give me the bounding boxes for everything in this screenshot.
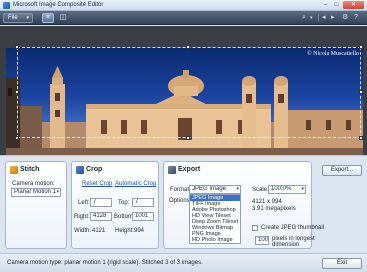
thumbnail-size-label-2: dimension: [272, 242, 300, 248]
thumbnail-size-input[interactable]: 100: [255, 236, 269, 245]
crop-handle-bottom-left[interactable]: [15, 136, 19, 140]
camera-motion-select[interactable]: Planar Motion 1 ▾: [11, 188, 61, 197]
chevron-down-icon: ▾: [26, 15, 29, 21]
crop-icon: [76, 166, 84, 174]
crop-title: Crop: [86, 166, 103, 173]
help-icon[interactable]: ?: [354, 13, 358, 23]
status-bar: Camera motion type: planar motion 1 (rig…: [0, 253, 367, 272]
automatic-crop-link[interactable]: Automatic Crop: [115, 181, 156, 187]
window-title: Microsoft Image Composite Editor: [13, 2, 104, 8]
nav-right-icon[interactable]: ▸: [331, 13, 335, 23]
export-panel: Export Format: JPEG Image ▾ Options: JPE…: [163, 161, 324, 249]
toolbar-separator: [318, 14, 319, 22]
zoom-icon[interactable]: ⌕: [302, 13, 306, 23]
format-dropdown-list[interactable]: JPEG Image TIFF Image Adobe Photoshop HD Vi…: [189, 194, 241, 244]
format-select[interactable]: JPEG Image ▾: [189, 185, 241, 194]
crop-tool-button[interactable]: ⌗: [42, 13, 54, 23]
crop-handle-bottom-right[interactable]: [359, 136, 363, 140]
panorama-tool-button[interactable]: ◫: [57, 13, 69, 23]
output-megapixels: 3.91 megapixels: [252, 206, 296, 212]
crop-handle-right[interactable]: [359, 90, 363, 94]
crop-handle-top-left[interactable]: [15, 45, 19, 49]
settings-panels: Stitch Camera motion: Planar Motion 1 ▾ …: [0, 155, 367, 253]
zoom-dropdown-icon[interactable]: ▾: [310, 13, 313, 23]
export-title: Export: [178, 166, 201, 173]
export-button-label: Export...: [330, 167, 354, 173]
status-text: Camera motion type: planar motion 1 (rig…: [7, 260, 203, 266]
settings-icon[interactable]: ⚙: [342, 13, 348, 23]
minimize-button[interactable]: –: [321, 1, 330, 9]
reset-crop-link[interactable]: Reset Crop: [82, 181, 112, 187]
top-label: Top:: [118, 200, 130, 206]
output-dimensions: 4121 x 994: [252, 199, 282, 205]
export-icon: [168, 166, 176, 174]
crop-panel: Crop Reset Crop Automatic Crop Left: 7 T…: [71, 161, 159, 249]
export-button[interactable]: Export...: [322, 165, 362, 176]
close-button[interactable]: ✕: [343, 1, 364, 9]
top-input[interactable]: 7: [132, 198, 154, 207]
height-value: 994: [134, 228, 145, 234]
nav-left-icon[interactable]: ◂: [322, 13, 326, 23]
scale-select[interactable]: 100.0% ▾: [268, 185, 306, 194]
title-bar: Microsoft Image Composite Editor – □ ✕: [0, 0, 367, 11]
width-label: Width:: [74, 228, 92, 234]
chevron-down-icon: ▾: [56, 189, 59, 195]
bottom-input[interactable]: 1001: [132, 212, 154, 221]
scale-label: Scale:: [252, 187, 269, 193]
left-label: Left:: [78, 200, 90, 206]
chevron-down-icon: ▾: [301, 186, 304, 192]
toolbar: File ▾ ⌗ ◫ ⌕ ▾ ◂ ▸ ⚙ ?: [0, 11, 367, 25]
left-input[interactable]: 7: [90, 198, 112, 207]
maximize-button[interactable]: □: [332, 1, 341, 9]
app-icon: [3, 2, 10, 9]
jpeg-thumbnail-checkbox[interactable]: [252, 225, 258, 231]
stitch-panel: Stitch Camera motion: Planar Motion 1 ▾: [5, 161, 67, 249]
chevron-down-icon: ▾: [236, 186, 239, 192]
canvas-area[interactable]: © Nicola Muscatiello: [0, 26, 367, 160]
file-menu-button[interactable]: File ▾: [3, 13, 33, 23]
crop-handle-left[interactable]: [15, 90, 19, 94]
jpeg-thumbnail-label: Create JPEG thumbnail: [261, 225, 325, 231]
scale-value: 100.0%: [271, 186, 292, 192]
crop-handle-bottom[interactable]: [186, 136, 190, 140]
crop-handle-top[interactable]: [186, 45, 190, 49]
format-label: Format:: [170, 187, 191, 193]
exit-button[interactable]: Exit: [322, 258, 362, 269]
file-menu-label: File: [8, 15, 18, 21]
right-input[interactable]: 4128: [90, 212, 112, 221]
height-label: Height:: [115, 228, 135, 234]
stitch-icon: [10, 166, 18, 174]
crop-handle-top-right[interactable]: [359, 45, 363, 49]
format-option[interactable]: HD Photo Image: [190, 237, 240, 243]
format-value: JPEG Image: [192, 186, 227, 192]
crop-frame[interactable]: [15, 45, 363, 140]
width-value: 4121: [92, 228, 106, 234]
right-label: Right:: [74, 214, 90, 220]
stitch-title: Stitch: [20, 166, 40, 173]
camera-motion-value: Planar Motion 1: [14, 189, 57, 195]
options-label: Options:: [169, 198, 192, 204]
camera-motion-label: Camera motion:: [12, 181, 55, 187]
